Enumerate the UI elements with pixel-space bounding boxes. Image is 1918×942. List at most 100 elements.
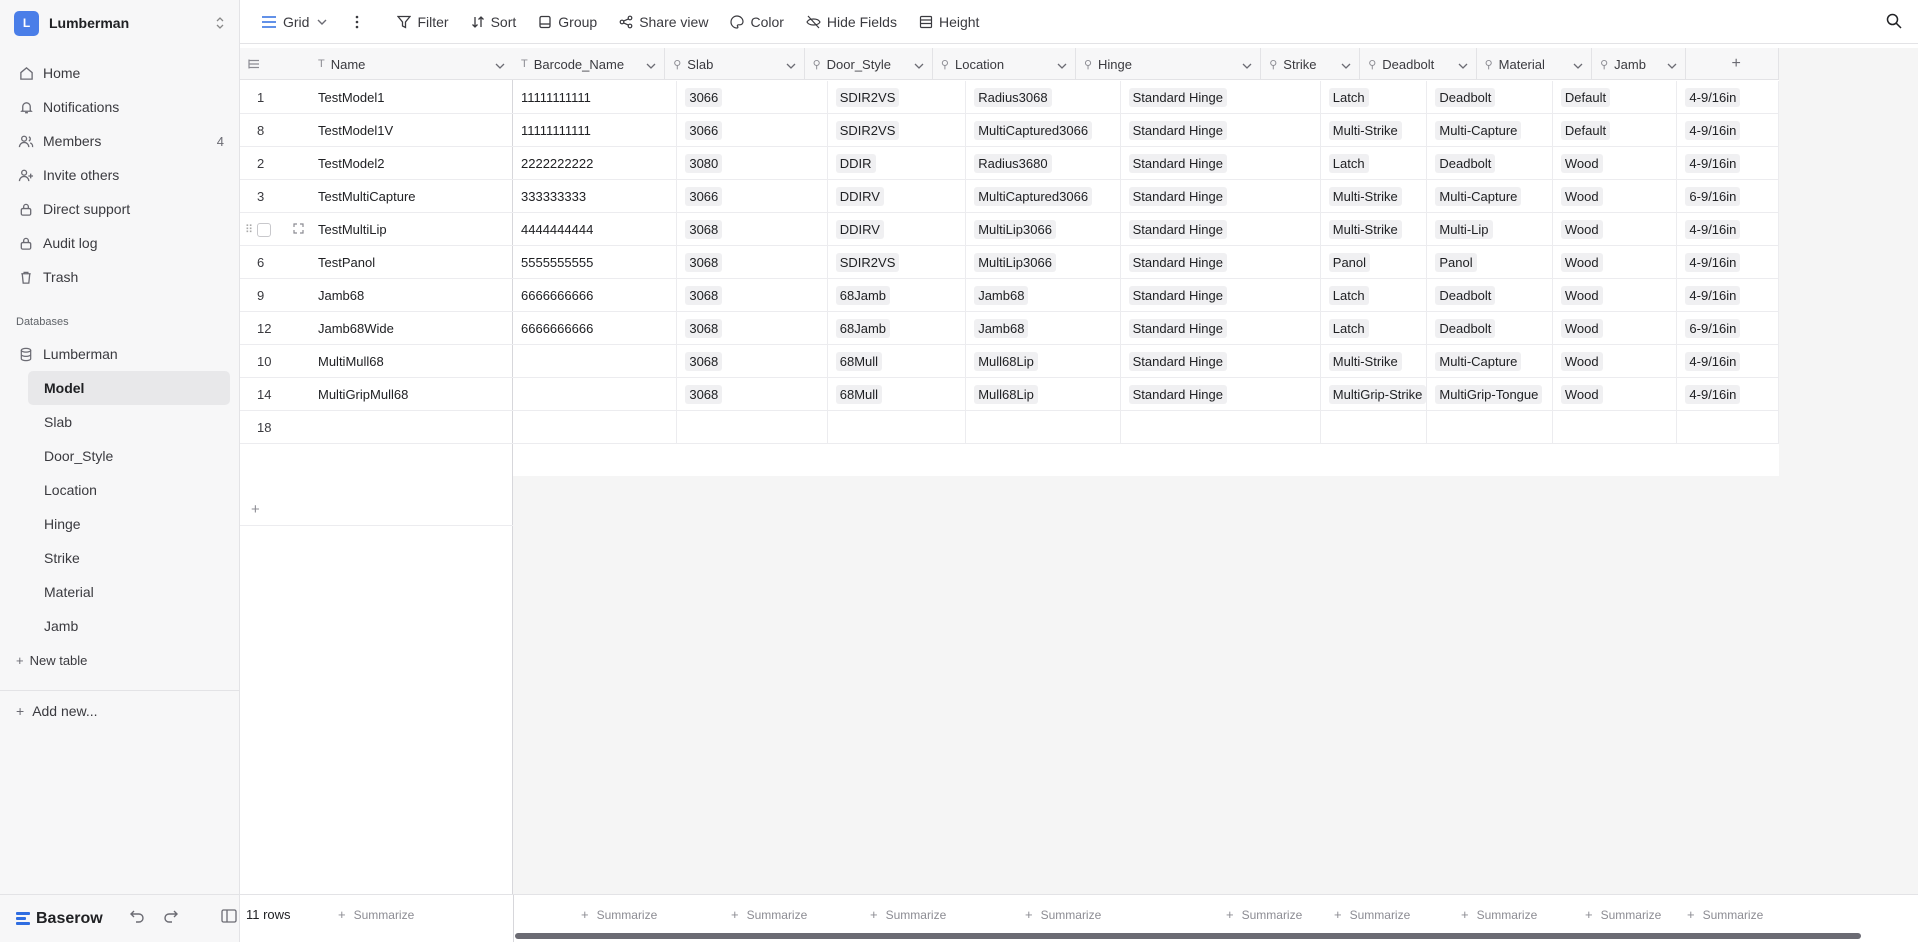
row-id[interactable]: 3 <box>240 180 310 213</box>
cell-door-style[interactable] <box>828 411 967 444</box>
cell-deadbolt[interactable]: Deadbolt <box>1427 147 1553 180</box>
cell-slab[interactable]: 3068 <box>677 345 828 378</box>
table-row[interactable]: 3 TestMultiCapture <box>240 180 513 213</box>
cell-name[interactable]: TestMultiLip <box>310 213 513 246</box>
cell-barcode-name[interactable]: 6666666666 <box>513 312 678 345</box>
cell-jamb[interactable]: 4-9/16in <box>1677 345 1780 378</box>
summarize-button[interactable]: + Summarize <box>1585 907 1661 922</box>
cell-hinge[interactable]: Standard Hinge <box>1121 279 1321 312</box>
table-item-location[interactable]: Location <box>28 473 230 507</box>
cell-barcode-name[interactable] <box>513 345 678 378</box>
cell-deadbolt[interactable]: Deadbolt <box>1427 81 1553 114</box>
cell-hinge[interactable]: Standard Hinge <box>1121 345 1321 378</box>
cell-jamb[interactable]: 4-9/16in <box>1677 114 1780 147</box>
sort-button[interactable]: Sort <box>471 14 516 30</box>
cell-door-style[interactable]: SDIR2VS <box>828 114 967 147</box>
column-header-name[interactable]: T Name <box>310 48 513 80</box>
cell-barcode-name[interactable] <box>513 411 678 444</box>
table-row[interactable]: 6666666666 3068 68Jamb Jamb68 Standard Hinge… <box>513 279 1780 312</box>
cell-slab[interactable]: 3080 <box>677 147 828 180</box>
table-row[interactable]: ⠿ TestMultiLip <box>240 213 513 246</box>
column-header-deadbolt[interactable]: ⚲ Deadbolt <box>1360 48 1477 80</box>
column-header-jamb[interactable]: ⚲ Jamb <box>1592 48 1687 80</box>
cell-material[interactable]: Wood <box>1553 246 1678 279</box>
cell-material[interactable]: Default <box>1553 114 1678 147</box>
cell-material[interactable]: Wood <box>1553 180 1678 213</box>
cell-strike[interactable]: Panol <box>1321 246 1428 279</box>
table-row[interactable]: 10 MultiMull68 <box>240 345 513 378</box>
cell-name[interactable] <box>310 411 513 444</box>
row-id[interactable]: 1 <box>240 81 310 114</box>
add-row-button[interactable]: + <box>240 493 513 526</box>
cell-strike[interactable]: MultiGrip-Strike <box>1321 378 1428 411</box>
cell-material[interactable]: Wood <box>1553 345 1678 378</box>
row-id[interactable]: 18 <box>240 411 310 444</box>
cell-slab[interactable]: 3068 <box>677 246 828 279</box>
sidebar-item-members[interactable]: Members 4 <box>12 124 228 158</box>
sidebar-item-direct-support[interactable]: Direct support <box>12 192 228 226</box>
cell-slab[interactable]: 3068 <box>677 312 828 345</box>
table-item-model[interactable]: Model <box>28 371 230 405</box>
column-header-location[interactable]: ⚲ Location <box>933 48 1076 80</box>
cell-name[interactable]: MultiGripMull68 <box>310 378 513 411</box>
summarize-button[interactable]: + Summarize <box>1025 907 1101 922</box>
summarize-button[interactable]: + Summarize <box>581 907 657 922</box>
table-item-strike[interactable]: Strike <box>28 541 230 575</box>
summarize-button[interactable]: + Summarize <box>870 907 946 922</box>
table-row[interactable]: 3068 68Mull Mull68Lip Standard Hinge Multi-S… <box>513 345 1780 378</box>
row-select-header[interactable] <box>240 48 310 80</box>
cell-deadbolt[interactable]: Multi-Lip <box>1427 213 1553 246</box>
add-field-button[interactable]: + <box>1686 48 1779 80</box>
cell-door-style[interactable]: 68Jamb <box>828 312 967 345</box>
cell-location[interactable]: Radius3068 <box>966 81 1121 114</box>
cell-strike[interactable]: Latch <box>1321 147 1428 180</box>
table-row[interactable]: 5555555555 3068 SDIR2VS MultiLip3066 Standar… <box>513 246 1780 279</box>
cell-barcode-name[interactable]: 333333333 <box>513 180 678 213</box>
cell-slab[interactable]: 3068 <box>677 213 828 246</box>
summarize-button[interactable]: + Summarize <box>1461 907 1537 922</box>
cell-name[interactable]: Jamb68 <box>310 279 513 312</box>
filter-button[interactable]: Filter <box>397 14 449 30</box>
summarize-button[interactable]: + Summarize <box>338 907 414 922</box>
summarize-button[interactable]: + Summarize <box>731 907 807 922</box>
cell-jamb[interactable]: 4-9/16in <box>1677 147 1780 180</box>
table-item-material[interactable]: Material <box>28 575 230 609</box>
cell-jamb[interactable]: 4-9/16in <box>1677 279 1780 312</box>
cell-name[interactable]: TestPanol <box>310 246 513 279</box>
cell-slab[interactable]: 3066 <box>677 180 828 213</box>
row-id[interactable]: 6 <box>240 246 310 279</box>
cell-hinge[interactable]: Standard Hinge <box>1121 246 1321 279</box>
database-lumberman[interactable]: Lumberman <box>12 337 228 371</box>
column-header-slab[interactable]: ⚲ Slab <box>665 48 805 80</box>
hide-fields-button[interactable]: Hide Fields <box>806 14 897 30</box>
cell-location[interactable]: MultiLip3066 <box>966 246 1121 279</box>
cell-location[interactable]: MultiCaptured3066 <box>966 180 1121 213</box>
chevron-down-icon[interactable] <box>1458 58 1468 73</box>
cell-hinge[interactable]: Standard Hinge <box>1121 114 1321 147</box>
column-header-strike[interactable]: ⚲ Strike <box>1261 48 1361 80</box>
chevron-down-icon[interactable] <box>1242 58 1252 73</box>
cell-material[interactable] <box>1553 411 1678 444</box>
view-context-menu[interactable] <box>355 15 365 29</box>
cell-name[interactable]: TestModel2 <box>310 147 513 180</box>
column-header-hinge[interactable]: ⚲ Hinge <box>1076 48 1262 80</box>
cell-strike[interactable] <box>1321 411 1428 444</box>
table-row[interactable]: 6666666666 3068 68Jamb Jamb68 Standard Hinge… <box>513 312 1780 345</box>
column-header-barcode-name[interactable]: T Barcode_Name <box>513 48 666 80</box>
cell-jamb[interactable] <box>1677 411 1780 444</box>
cell-material[interactable]: Default <box>1553 81 1678 114</box>
cell-location[interactable]: Mull68Lip <box>966 345 1121 378</box>
cell-deadbolt[interactable]: Multi-Capture <box>1427 180 1553 213</box>
redo-icon[interactable] <box>163 909 179 928</box>
cell-name[interactable]: TestModel1V <box>310 114 513 147</box>
cell-hinge[interactable]: Standard Hinge <box>1121 213 1321 246</box>
baserow-logo[interactable]: Baserow <box>16 910 103 928</box>
cell-location[interactable]: Radius3680 <box>966 147 1121 180</box>
cell-jamb[interactable]: 4-9/16in <box>1677 81 1780 114</box>
cell-barcode-name[interactable]: 11111111111 <box>513 114 678 147</box>
cell-strike[interactable]: Multi-Strike <box>1321 345 1428 378</box>
cell-name[interactable]: TestMultiCapture <box>310 180 513 213</box>
row-id[interactable]: 14 <box>240 378 310 411</box>
sidebar-item-trash[interactable]: Trash <box>12 260 228 294</box>
cell-strike[interactable]: Latch <box>1321 312 1428 345</box>
